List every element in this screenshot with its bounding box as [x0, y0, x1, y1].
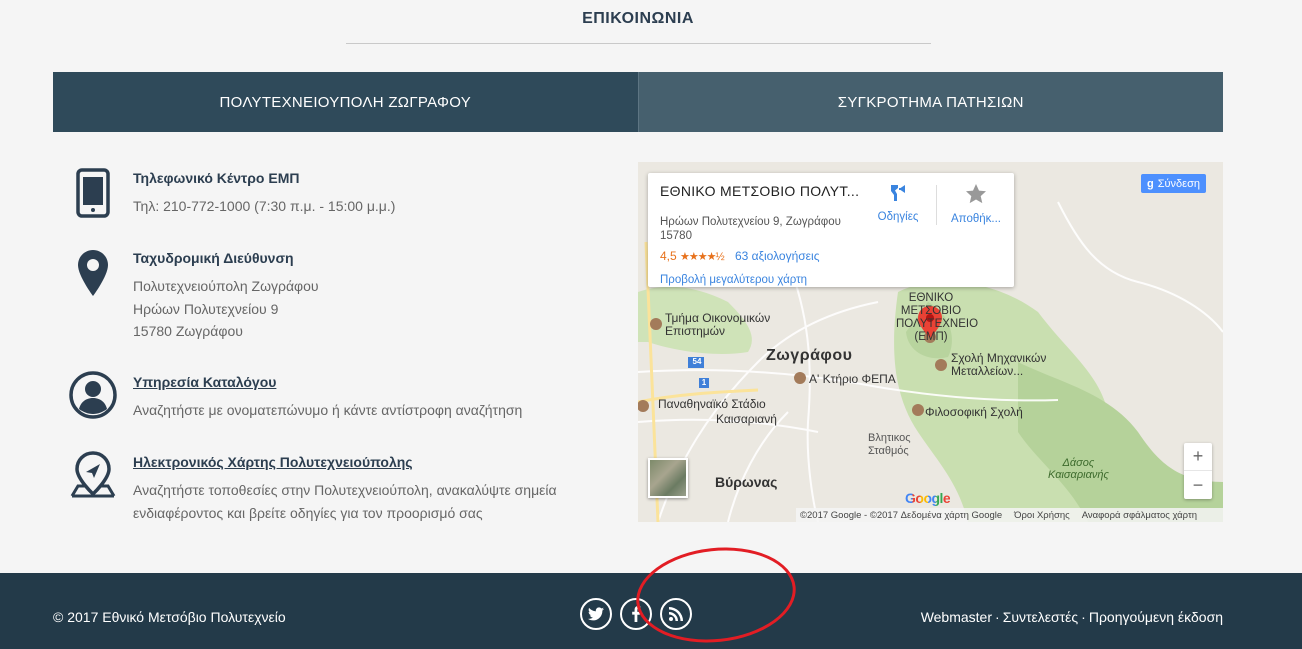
place-address: Ηρώων Πολυτεχνείου 9, Ζωγράφου 15780: [660, 216, 841, 242]
contact-campus-map-description: Αναζητήστε τοποθεσίες στην Πολυτεχνειούπ…: [133, 482, 557, 498]
directory-link[interactable]: Υπηρεσία Καταλόγου: [133, 374, 276, 390]
map-label-philosophy: Φιλοσοφική Σχολή: [925, 405, 1023, 419]
google-map[interactable]: Ζωγράφου Τμήμα Οικονομικών Επιστημών Α' Κ…: [638, 162, 1223, 522]
tab-zografou[interactable]: ΠΟΛΥΤΕΧΝΕΙΟΥΠΟΛΗ ΖΩΓΡΑΦΟΥ: [53, 72, 638, 132]
rss-link[interactable]: [660, 598, 692, 630]
previous-version-link[interactable]: Προηγούμενη έκδοση: [1089, 609, 1223, 625]
copyright: © 2017 Εθνικό Μετσόβιο Πολυτεχνείο: [53, 609, 286, 625]
contact-directory-description: Αναζητήστε με ονοματεπώνυμο ή κάντε αντί…: [133, 402, 523, 418]
zoom-in-button[interactable]: +: [1184, 443, 1212, 471]
reviews-link[interactable]: 63 αξιολογήσεις: [735, 249, 819, 263]
twitter-link[interactable]: [580, 598, 612, 630]
map-label-mining: Σχολή Μηχανικών Μεταλλείων...: [951, 351, 1047, 378]
campus-map-link[interactable]: Ηλεκτρονικός Χάρτης Πολυτεχνειούπολης: [133, 454, 413, 470]
tab-patision[interactable]: ΣΥΓΚΡΟΤΗΜΑ ΠΑΤΗΣΙΩΝ: [637, 72, 1223, 132]
map-label-vyronas: Βύρωνας: [715, 474, 778, 490]
google-logo: Google: [905, 490, 951, 506]
map-report-link[interactable]: Αναφορά σφάλματος χάρτη: [1082, 510, 1197, 521]
facebook-link[interactable]: [620, 598, 652, 630]
map-attribution-bar: ©2017 Google - ©2017 Δεδομένα χάρτη Goog…: [796, 508, 1223, 522]
map-label-stadium: Παναθηναϊκό Στάδιο Καισαριανή: [658, 397, 777, 426]
footer-link-separator: ·: [995, 609, 1000, 625]
map-attribution: ©2017 Google - ©2017 Δεδομένα χάρτη Goog…: [800, 509, 1003, 521]
directions-button[interactable]: Οδηγίες: [870, 183, 926, 223]
user-circle-icon: [67, 370, 119, 420]
rss-icon: [669, 607, 683, 621]
zoom-control: + −: [1184, 443, 1212, 499]
directions-icon: [891, 185, 905, 201]
section-title: ΕΠΙΚΟΙΝΩΝΙΑ: [582, 10, 694, 27]
rating-stars: ★★★★½: [680, 251, 725, 263]
map-signin-button[interactable]: g Σύνδεση: [1141, 174, 1206, 193]
satellite-toggle[interactable]: [648, 458, 688, 498]
star-icon: [966, 184, 986, 204]
map-road-1: 1: [701, 378, 707, 387]
contact-address-line: Ηρώων Πολυτεχνείου 9: [133, 300, 279, 317]
footer-link-separator: ·: [1081, 609, 1086, 625]
facebook-icon: [632, 606, 641, 622]
save-button[interactable]: Αποθήκ...: [942, 183, 1010, 225]
title-divider: [346, 43, 931, 44]
twitter-icon: [588, 607, 604, 621]
map-label-school-econ: Τμήμα Οικονομικών Επιστημών: [665, 311, 771, 338]
social-links: [580, 598, 692, 630]
place-info-card: ΕΘΝΙΚΟ ΜΕΤΣΟΒΙΟ ΠΟΛΥΤ... Ηρώων Πολυτεχνε…: [648, 173, 1014, 287]
contact-campus-map-description: ενδιαφέροντος και βρείτε οδηγίες για τον…: [133, 504, 483, 521]
place-name: ΕΘΝΙΚΟ ΜΕΤΣΟΒΙΟ ΠΟΛΥΤ...: [660, 183, 860, 199]
contact-phone-number: Τηλ: 210-772-1000 (7:30 π.μ. - 15:00 μ.μ…: [133, 198, 396, 214]
contact-address-heading: Ταχυδρομική Διεύθυνση: [133, 250, 294, 266]
zoom-out-button[interactable]: −: [1184, 471, 1212, 499]
mobile-phone-icon: [67, 168, 119, 218]
map-label-vlitikos: Βλητικος Σταθμός: [868, 432, 911, 457]
map-navigation-icon: [67, 450, 119, 500]
place-rating: 4,5 ★★★★½ 63 αξιολογήσεις: [660, 249, 820, 263]
map-label-forest: Δάσος Καισαριανής: [1048, 457, 1109, 481]
footer-links: Webmaster · Συντελεστές · Προηγούμενη έκδοση: [921, 609, 1223, 625]
contact-address-line: Πολυτεχνειούπολη Ζωγράφου: [133, 278, 319, 294]
map-terms-link[interactable]: Όροι Χρήσης: [1014, 510, 1070, 521]
map-label-ntua: ΕΘΝΙΚΟ ΜΕΤΣΟΒΙΟ ΠΟΛΥΤΕΧΝΕΙΟ (ΕΜΠ): [896, 292, 979, 343]
card-divider: [936, 185, 937, 225]
campus-tabs: ΠΟΛΥΤΕΧΝΕΙΟΥΠΟΛΗ ΖΩΓΡΑΦΟΥ ΣΥΓΚΡΟΤΗΜΑ ΠΑΤ…: [53, 72, 1223, 132]
credits-link[interactable]: Συντελεστές: [1003, 609, 1078, 625]
map-road-54: 54: [692, 357, 702, 366]
map-pin-icon: [67, 248, 119, 298]
webmaster-link[interactable]: Webmaster: [921, 609, 992, 625]
google-plus-icon: g: [1147, 177, 1154, 190]
contact-address-line: 15780 Ζωγράφου: [133, 323, 243, 339]
larger-map-link[interactable]: Προβολή μεγαλύτερου χάρτη: [660, 274, 807, 286]
map-label-zografou: Ζωγράφου: [766, 347, 853, 364]
site-footer: © 2017 Εθνικό Μετσόβιο Πολυτεχνείο Webma…: [0, 573, 1302, 649]
map-label-feba: Α' Κτήριο ΦΕΠΑ: [809, 372, 896, 386]
contact-phone-heading: Τηλεφωνικό Κέντρο ΕΜΠ: [133, 170, 300, 186]
